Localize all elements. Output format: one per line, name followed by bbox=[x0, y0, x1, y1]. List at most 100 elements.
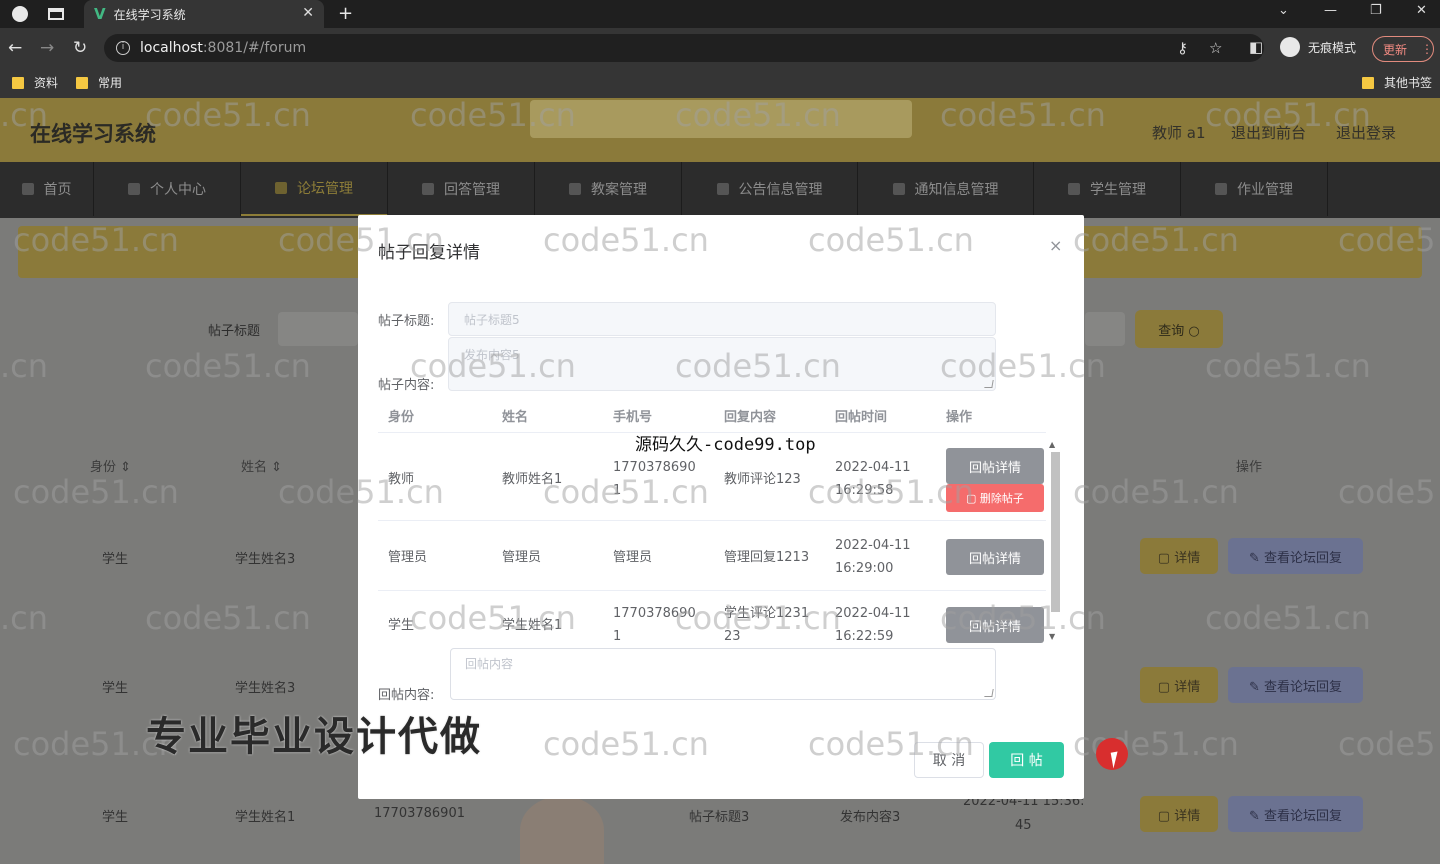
reply-time: 16:29:58 bbox=[835, 483, 894, 498]
col-header-name[interactable]: 姓名 ⇕ bbox=[241, 456, 282, 475]
window-list-icon[interactable] bbox=[48, 8, 64, 20]
scrollbar-thumb[interactable] bbox=[1051, 452, 1060, 612]
reply-col-phone: 手机号 bbox=[613, 410, 653, 425]
browser-tab[interactable]: V 在线学习系统 ✕ bbox=[84, 0, 324, 28]
reply-col-time: 回帖时间 bbox=[835, 410, 888, 425]
tab-search-icon[interactable]: ⌄ bbox=[1278, 3, 1289, 18]
bookmark-star-icon[interactable]: ☆ bbox=[1209, 39, 1222, 57]
nav-label: 学生管理 bbox=[1090, 182, 1146, 198]
post-title-label: 帖子标题: bbox=[378, 314, 435, 329]
folder-icon bbox=[76, 76, 88, 89]
back-to-frontend-link[interactable]: 退出到前台 bbox=[1231, 122, 1306, 143]
nav-item-announcements[interactable]: 公告信息管理 bbox=[682, 162, 858, 216]
update-button[interactable]: 更新 ⋮ bbox=[1372, 36, 1434, 62]
detail-button[interactable]: ▢ 详情 bbox=[1140, 667, 1218, 703]
nav-item-lessons[interactable]: 教案管理 bbox=[535, 162, 682, 216]
site-info-icon[interactable]: i bbox=[116, 41, 130, 55]
bookmark-folder-2[interactable]: 常用 bbox=[76, 74, 122, 91]
scroll-up-icon[interactable]: ▲ bbox=[1049, 440, 1055, 449]
delete-post-button[interactable]: ▢ 删除帖子 bbox=[946, 484, 1044, 512]
reply-col-action: 操作 bbox=[946, 410, 973, 425]
app-title: 在线学习系统 bbox=[30, 122, 156, 146]
detail-button[interactable]: ▢ 详情 bbox=[1140, 796, 1218, 832]
resize-grip-icon[interactable] bbox=[984, 380, 994, 388]
tab-title: 在线学习系统 bbox=[113, 7, 186, 22]
reply-detail-button[interactable]: 回帖详情 bbox=[946, 607, 1044, 643]
header-search-box[interactable] bbox=[530, 100, 912, 138]
nav-item-notices[interactable]: 通知信息管理 bbox=[858, 162, 1034, 216]
minimize-icon[interactable]: — bbox=[1324, 3, 1337, 18]
reply-detail-button[interactable]: 回帖详情 bbox=[946, 539, 1044, 575]
filter-input-right[interactable] bbox=[1085, 312, 1125, 346]
source-overlay-text: 源码久久-code99.top bbox=[635, 435, 816, 455]
url-host: localhost bbox=[140, 40, 203, 56]
notice-icon bbox=[892, 183, 905, 195]
reply-identity: 管理员 bbox=[388, 550, 428, 565]
view-forum-reply-button[interactable]: ✎ 查看论坛回复 bbox=[1228, 796, 1363, 832]
view-forum-reply-button[interactable]: ✎ 查看论坛回复 bbox=[1228, 667, 1363, 703]
reply-content-2: 23 bbox=[724, 629, 741, 644]
nav-item-students[interactable]: 学生管理 bbox=[1034, 162, 1181, 216]
tab-close-icon[interactable]: ✕ bbox=[302, 5, 314, 21]
reply-date: 2022-04-11 bbox=[835, 460, 911, 475]
nav-item-home[interactable]: 首页 bbox=[0, 162, 94, 216]
scroll-down-icon[interactable]: ▼ bbox=[1049, 632, 1055, 641]
student-icon bbox=[1068, 183, 1080, 195]
resize-grip-icon[interactable] bbox=[984, 689, 994, 697]
reply-content-textarea[interactable]: 回帖内容 bbox=[450, 648, 996, 700]
reply-date: 2022-04-11 bbox=[835, 606, 911, 621]
nav-label: 首页 bbox=[43, 182, 72, 198]
browser-logo-icon bbox=[12, 6, 28, 22]
reply-time: 16:22:59 bbox=[835, 629, 894, 644]
folder-icon bbox=[12, 76, 24, 89]
bookmark-folder-1[interactable]: 资料 bbox=[12, 74, 58, 91]
nav-item-forum[interactable]: 论坛管理 bbox=[241, 162, 388, 216]
new-tab-icon[interactable]: + bbox=[338, 3, 353, 24]
reload-icon[interactable]: ↻ bbox=[73, 38, 87, 58]
key-icon[interactable]: ⚷ bbox=[1177, 39, 1188, 57]
sidebar-icon[interactable]: ◧ bbox=[1249, 38, 1263, 56]
nav-item-profile[interactable]: 个人中心 bbox=[94, 162, 241, 216]
forward-icon[interactable]: → bbox=[40, 38, 54, 58]
nav-item-homework[interactable]: 作业管理 bbox=[1181, 162, 1328, 216]
filter-title-input[interactable] bbox=[278, 312, 358, 346]
logout-link[interactable]: 退出登录 bbox=[1336, 122, 1396, 143]
incognito-indicator[interactable]: 无痕模式 bbox=[1280, 37, 1356, 57]
dialog-title: 帖子回复详情 bbox=[378, 243, 480, 263]
reply-identity: 教师 bbox=[388, 472, 415, 487]
post-title-input[interactable]: 帖子标题5 bbox=[448, 302, 996, 336]
detail-button[interactable]: ▢ 详情 bbox=[1140, 538, 1218, 574]
menu-dots-icon: ⋮ bbox=[1421, 42, 1433, 56]
nav-item-answers[interactable]: 回答管理 bbox=[388, 162, 535, 216]
reply-detail-button[interactable]: 回帖详情 bbox=[946, 448, 1044, 484]
query-button[interactable]: 查询 ○ bbox=[1135, 310, 1223, 348]
window-close-icon[interactable]: ✕ bbox=[1416, 3, 1427, 18]
url-path: :8081/#/forum bbox=[202, 40, 307, 56]
reply-phone-2: 1 bbox=[613, 629, 622, 644]
cell-name: 学生姓名1 bbox=[235, 810, 296, 825]
cancel-button[interactable]: 取 消 bbox=[914, 742, 984, 778]
cell-name: 学生姓名3 bbox=[235, 681, 296, 696]
dialog-close-icon[interactable]: × bbox=[1049, 236, 1062, 255]
reply-phone: 管理员 bbox=[613, 550, 653, 565]
post-content-label: 帖子内容: bbox=[378, 378, 435, 393]
back-icon[interactable]: ← bbox=[8, 38, 22, 58]
announcement-icon bbox=[716, 183, 729, 195]
view-forum-reply-button[interactable]: ✎ 查看论坛回复 bbox=[1228, 538, 1363, 574]
url-input[interactable]: i localhost:8081/#/forum bbox=[104, 34, 1264, 62]
restore-icon[interactable]: ❐ bbox=[1370, 3, 1382, 18]
post-content-textarea[interactable]: 发布内容5 bbox=[448, 337, 996, 391]
other-bookmarks[interactable]: 其他书签 bbox=[1362, 74, 1432, 91]
bookmark-label: 常用 bbox=[98, 76, 123, 90]
col-header-identity[interactable]: 身份 ⇕ bbox=[90, 456, 131, 475]
reply-content: 学生评论1231 bbox=[724, 606, 810, 621]
nav-label: 论坛管理 bbox=[297, 181, 353, 197]
other-bookmarks-label: 其他书签 bbox=[1384, 76, 1433, 90]
forum-icon bbox=[275, 182, 287, 194]
submit-reply-button[interactable]: 回 帖 bbox=[989, 742, 1064, 778]
home-icon bbox=[21, 183, 34, 195]
cell-title: 帖子标题3 bbox=[689, 810, 750, 825]
vue-logo-icon: V bbox=[94, 5, 106, 23]
col-header-action: 操作 bbox=[1236, 460, 1263, 475]
nav-label: 作业管理 bbox=[1237, 182, 1293, 198]
